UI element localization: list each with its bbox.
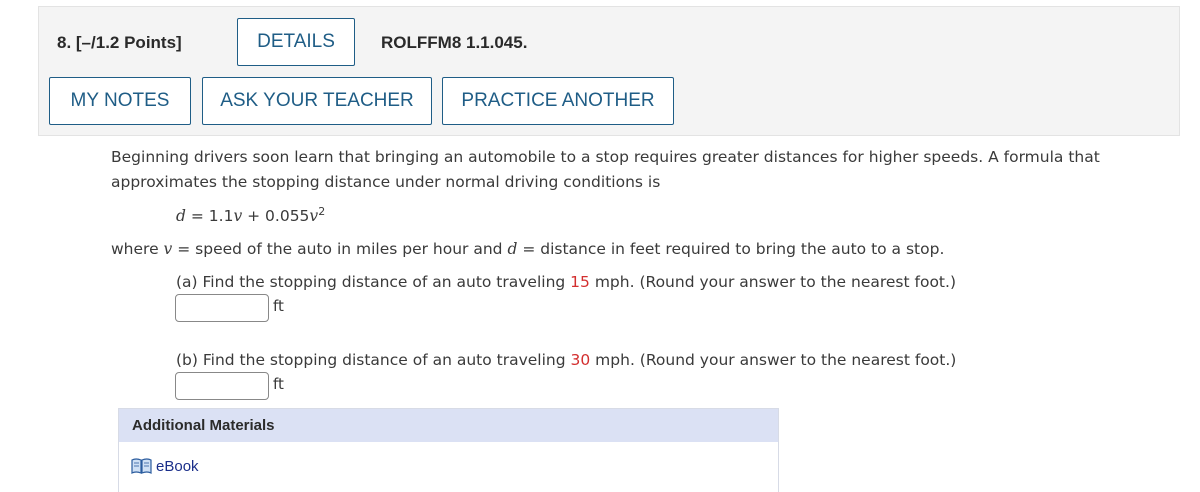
part-b-prompt: (b) Find the stopping distance of an aut… — [176, 351, 957, 369]
additional-materials-panel: Additional Materials — [118, 408, 779, 492]
part-a-answer-input[interactable] — [175, 294, 269, 322]
problem-intro-line1: Beginning drivers soon learn that bringi… — [111, 148, 1100, 166]
practice-another-button[interactable]: PRACTICE ANOTHER — [442, 77, 674, 125]
my-notes-button[interactable]: MY NOTES — [49, 77, 191, 125]
formula-eq: = 1.1 — [185, 207, 234, 226]
formula-v-squared: v — [309, 207, 319, 226]
formula-v: v — [233, 207, 243, 226]
question-code: ROLFFM8 1.1.045. — [381, 33, 528, 52]
variable-definitions: where v = speed of the auto in miles per… — [111, 240, 945, 258]
formula-d: d — [176, 207, 186, 226]
question-title: 8. [–/1.2 Points] — [57, 33, 182, 52]
part-a-unit: ft — [273, 297, 284, 315]
ebook-label[interactable]: eBook — [156, 458, 199, 475]
book-icon — [131, 458, 152, 474]
formula-exponent: 2 — [318, 205, 326, 218]
details-button[interactable]: DETAILS — [237, 18, 355, 66]
ask-teacher-button[interactable]: ASK YOUR TEACHER — [202, 77, 432, 125]
problem-intro-line2: approximates the stopping distance under… — [111, 173, 661, 191]
ebook-link[interactable]: eBook — [131, 458, 199, 475]
part-b-speed: 30 — [570, 351, 591, 369]
formula-plus: + 0.055 — [242, 207, 310, 226]
part-b-unit: ft — [273, 375, 284, 393]
part-b-answer-input[interactable] — [175, 372, 269, 400]
additional-materials-header: Additional Materials — [119, 409, 778, 442]
part-a-speed: 15 — [570, 273, 590, 291]
part-a-prompt: (a) Find the stopping distance of an aut… — [176, 273, 956, 291]
stopping-distance-formula: d = 1.1v + 0.055v2 — [176, 205, 325, 225]
